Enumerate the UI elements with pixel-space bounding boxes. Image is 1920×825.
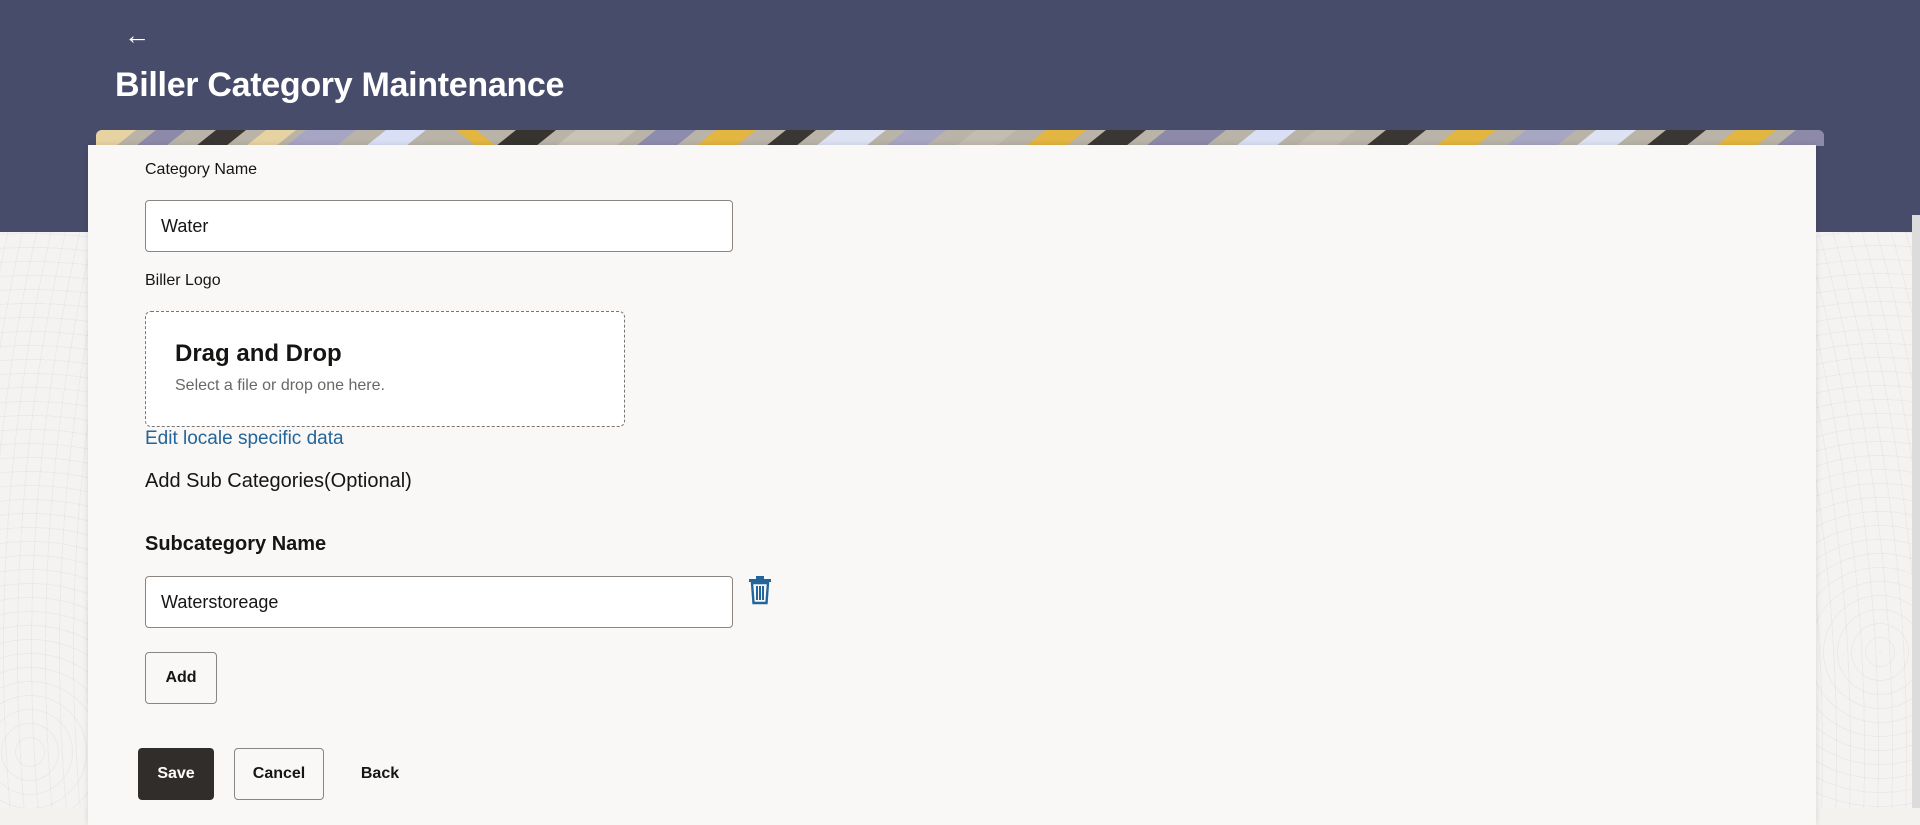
page-scrollbar[interactable] xyxy=(1912,215,1920,808)
save-button[interactable]: Save xyxy=(138,748,214,800)
category-name-input[interactable] xyxy=(145,200,733,252)
sub-categories-heading: Add Sub Categories(Optional) xyxy=(145,470,412,492)
decorative-banner xyxy=(96,130,1824,146)
trash-icon[interactable] xyxy=(746,575,774,605)
form-card: Category Name Biller Logo Drag and Drop … xyxy=(88,145,1816,825)
logo-dropzone[interactable]: Drag and Drop Select a file or drop one … xyxy=(145,311,625,427)
page-title: Biller Category Maintenance xyxy=(115,66,565,104)
subcategory-name-input[interactable] xyxy=(145,576,733,628)
edit-locale-link[interactable]: Edit locale specific data xyxy=(145,428,344,450)
cancel-button[interactable]: Cancel xyxy=(234,748,324,800)
add-subcategory-button[interactable]: Add xyxy=(145,652,217,704)
arrow-left-icon[interactable]: ← xyxy=(122,20,152,50)
category-name-label: Category Name xyxy=(145,161,258,178)
dropzone-title: Drag and Drop xyxy=(175,340,342,367)
subcategory-name-label: Subcategory Name xyxy=(145,533,327,555)
back-button[interactable]: Back xyxy=(344,748,416,800)
biller-logo-label: Biller Logo xyxy=(145,272,221,289)
dropzone-hint: Select a file or drop one here. xyxy=(175,377,385,394)
